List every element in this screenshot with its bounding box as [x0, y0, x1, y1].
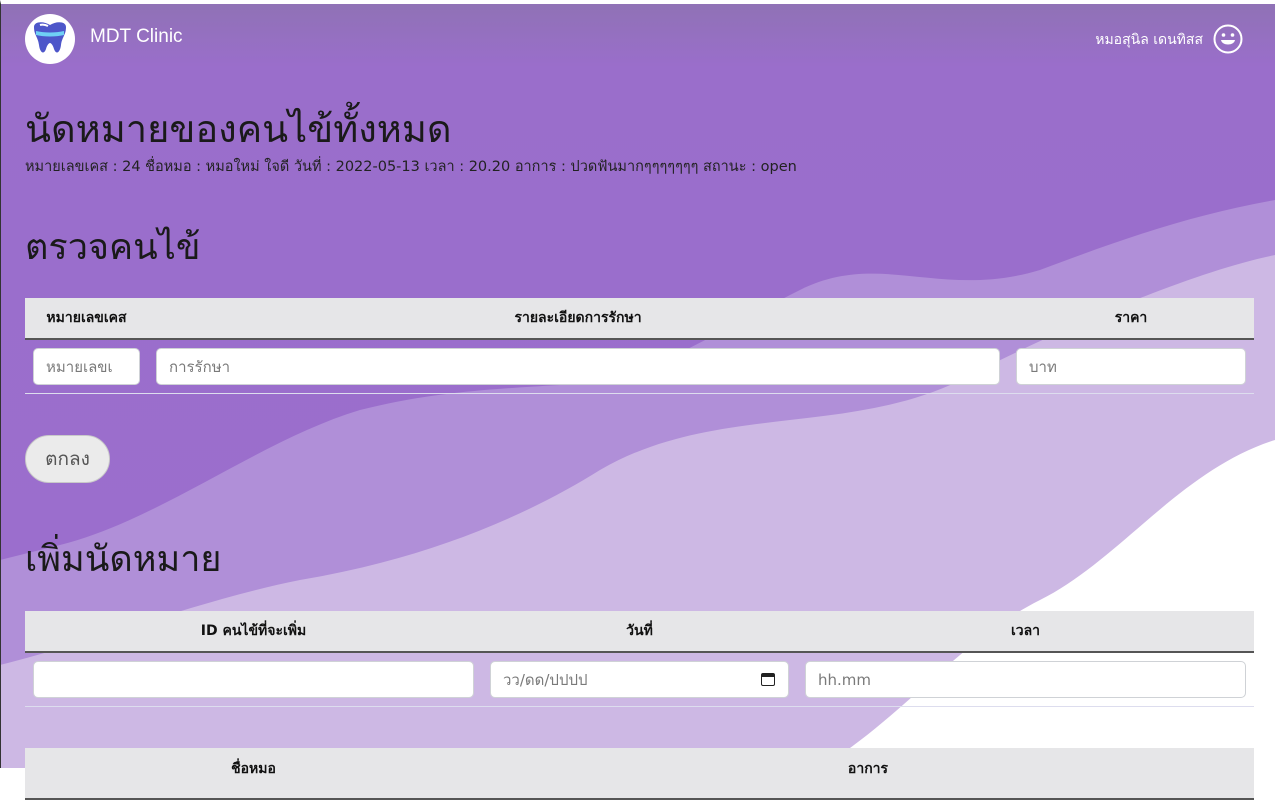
- price-input[interactable]: [1016, 348, 1246, 385]
- col-symptom: อาการ: [482, 748, 1254, 800]
- case-info: หมายเลขเคส : 24 ชื่อหมอ : หมอใหม่ ใจดี ว…: [25, 159, 797, 175]
- add-appointment-heading: เพิ่มนัดหมาย: [25, 539, 222, 580]
- treatment-input[interactable]: [156, 348, 1000, 385]
- submit-button[interactable]: ตกลง: [25, 435, 110, 483]
- brand-name[interactable]: MDT Clinic: [90, 26, 183, 48]
- tooth-logo-icon[interactable]: [25, 14, 75, 64]
- calendar-icon[interactable]: [761, 673, 775, 686]
- col-doctor-name: ชื่อหมอ: [25, 748, 482, 800]
- table-row: [25, 652, 1254, 707]
- col-patient-id: ID คนไข้ที่จะเพิ่ม: [25, 611, 482, 653]
- col-case-number: หมายเลขเคส: [25, 298, 148, 340]
- navbar: MDT Clinic หมอสุนิล เดนทิสส: [0, 4, 1275, 74]
- user-name[interactable]: หมอสุนิล เดนทิสส: [1095, 29, 1203, 51]
- table-row: [25, 339, 1254, 394]
- patient-id-input[interactable]: [33, 661, 474, 698]
- col-treatment-detail: รายละเอียดการรักษา: [148, 298, 1008, 340]
- time-input[interactable]: [805, 661, 1246, 698]
- col-price: ราคา: [1008, 298, 1254, 340]
- case-number-input[interactable]: [33, 348, 140, 385]
- col-time: เวลา: [797, 611, 1254, 653]
- examine-table: หมายเลขเคส รายละเอียดการรักษา ราคา: [25, 298, 1254, 394]
- add-appointment-table: ID คนไข้ที่จะเพิ่ม วันที่ เวลา: [25, 611, 1254, 707]
- third-table: ชื่อหมอ อาการ: [25, 748, 1254, 800]
- examine-heading: ตรวจคนไข้: [25, 227, 201, 268]
- col-date: วันที่: [482, 611, 797, 653]
- page-title: นัดหมายของคนไข้ทั้งหมด: [25, 107, 452, 151]
- date-input[interactable]: [490, 661, 789, 698]
- smiley-avatar-icon[interactable]: [1213, 24, 1243, 54]
